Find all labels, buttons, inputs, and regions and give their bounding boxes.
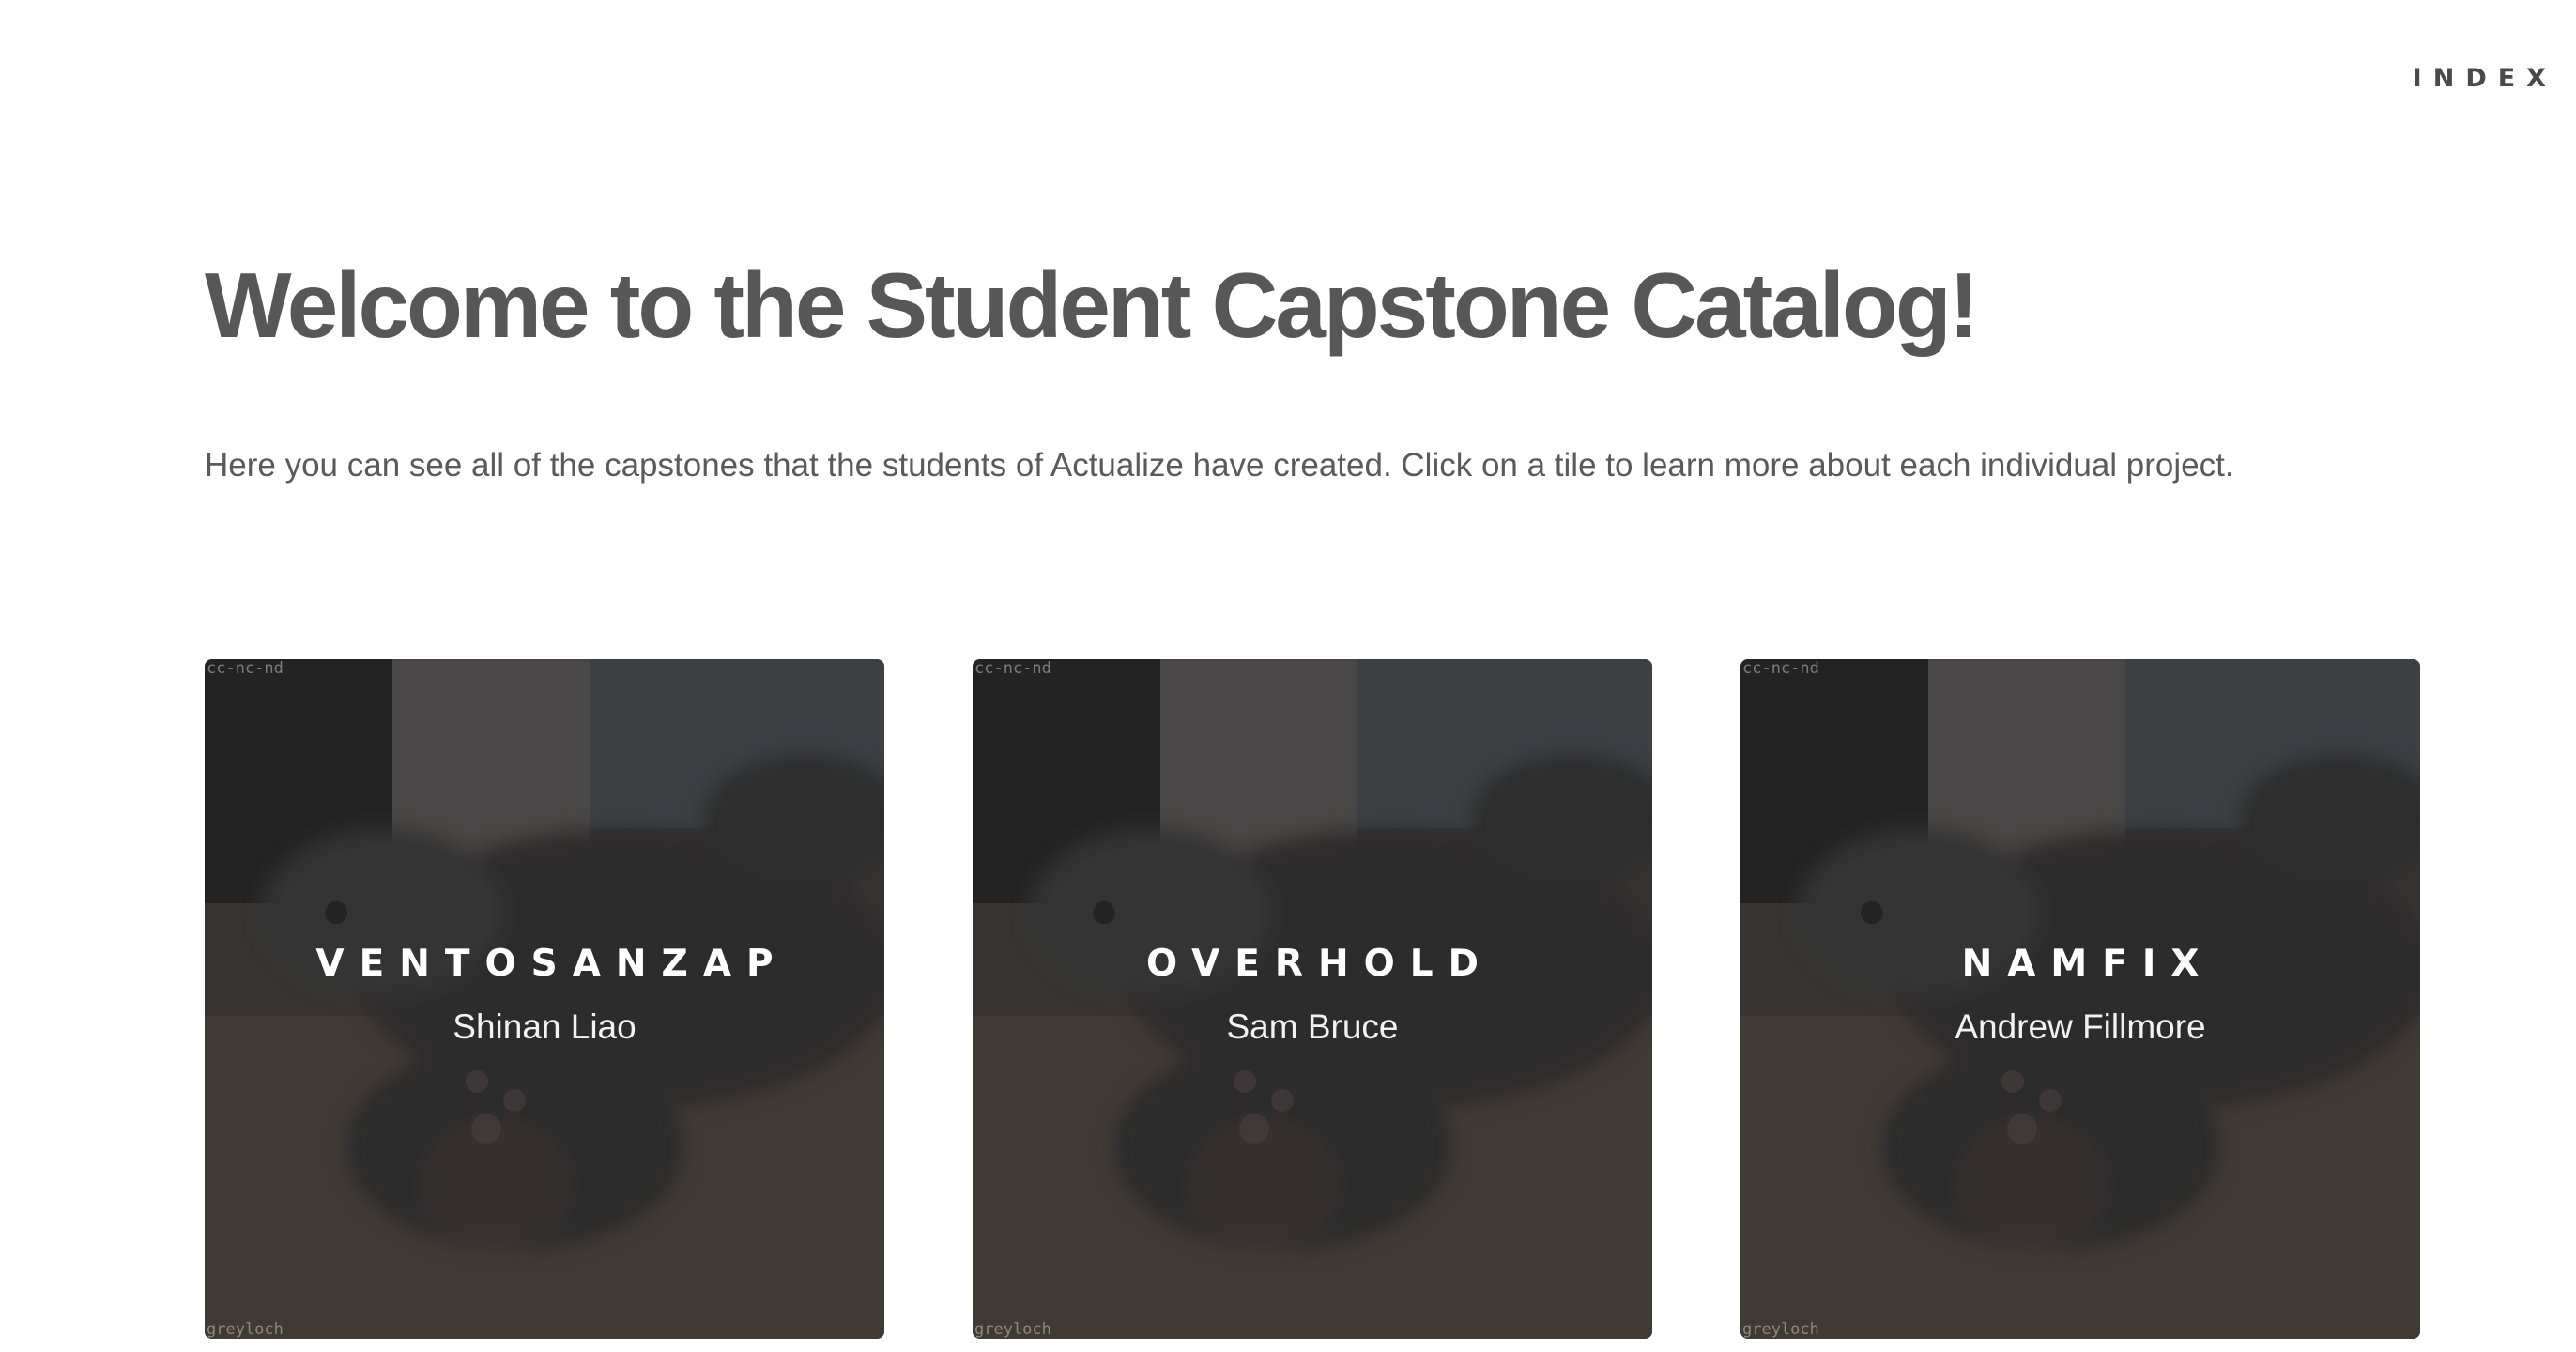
student-name: Andrew Fillmore bbox=[1955, 1007, 2206, 1046]
capstone-tile[interactable]: cc-nc-nd greyloch OVERHOLD Sam Bruce bbox=[973, 659, 1652, 1339]
page-title: Welcome to the Student Capstone Catalog! bbox=[205, 254, 1979, 357]
student-name: Shinan Liao bbox=[452, 1007, 636, 1046]
watermark: cc-nc-nd bbox=[207, 659, 284, 678]
tile-caption: OVERHOLD Sam Bruce bbox=[973, 943, 1652, 1047]
watermark: greyloch bbox=[1742, 1320, 1819, 1339]
intro-text: Here you can see all of the capstones th… bbox=[205, 447, 2234, 484]
project-name: VENTOSANZAP bbox=[315, 943, 789, 985]
capstone-tile[interactable]: cc-nc-nd greyloch NAMFIX Andrew Fillmore bbox=[1740, 659, 2420, 1339]
capstone-grid: cc-nc-nd greyloch VENTOSANZAP Shinan Lia… bbox=[205, 659, 2420, 1339]
watermark: greyloch bbox=[207, 1320, 284, 1339]
capstone-tile[interactable]: cc-nc-nd greyloch VENTOSANZAP Shinan Lia… bbox=[205, 659, 884, 1339]
page: INDEX Welcome to the Student Capstone Ca… bbox=[0, 0, 2576, 1352]
tile-caption: NAMFIX Andrew Fillmore bbox=[1740, 943, 2420, 1047]
watermark: greyloch bbox=[974, 1320, 1051, 1339]
watermark: cc-nc-nd bbox=[1742, 659, 1819, 678]
student-name: Sam Bruce bbox=[1226, 1007, 1399, 1046]
watermark: cc-nc-nd bbox=[974, 659, 1051, 678]
index-link[interactable]: INDEX bbox=[2413, 64, 2557, 93]
project-name: NAMFIX bbox=[1961, 943, 2215, 985]
project-name: OVERHOLD bbox=[1146, 943, 1494, 985]
tile-caption: VENTOSANZAP Shinan Liao bbox=[205, 943, 884, 1047]
